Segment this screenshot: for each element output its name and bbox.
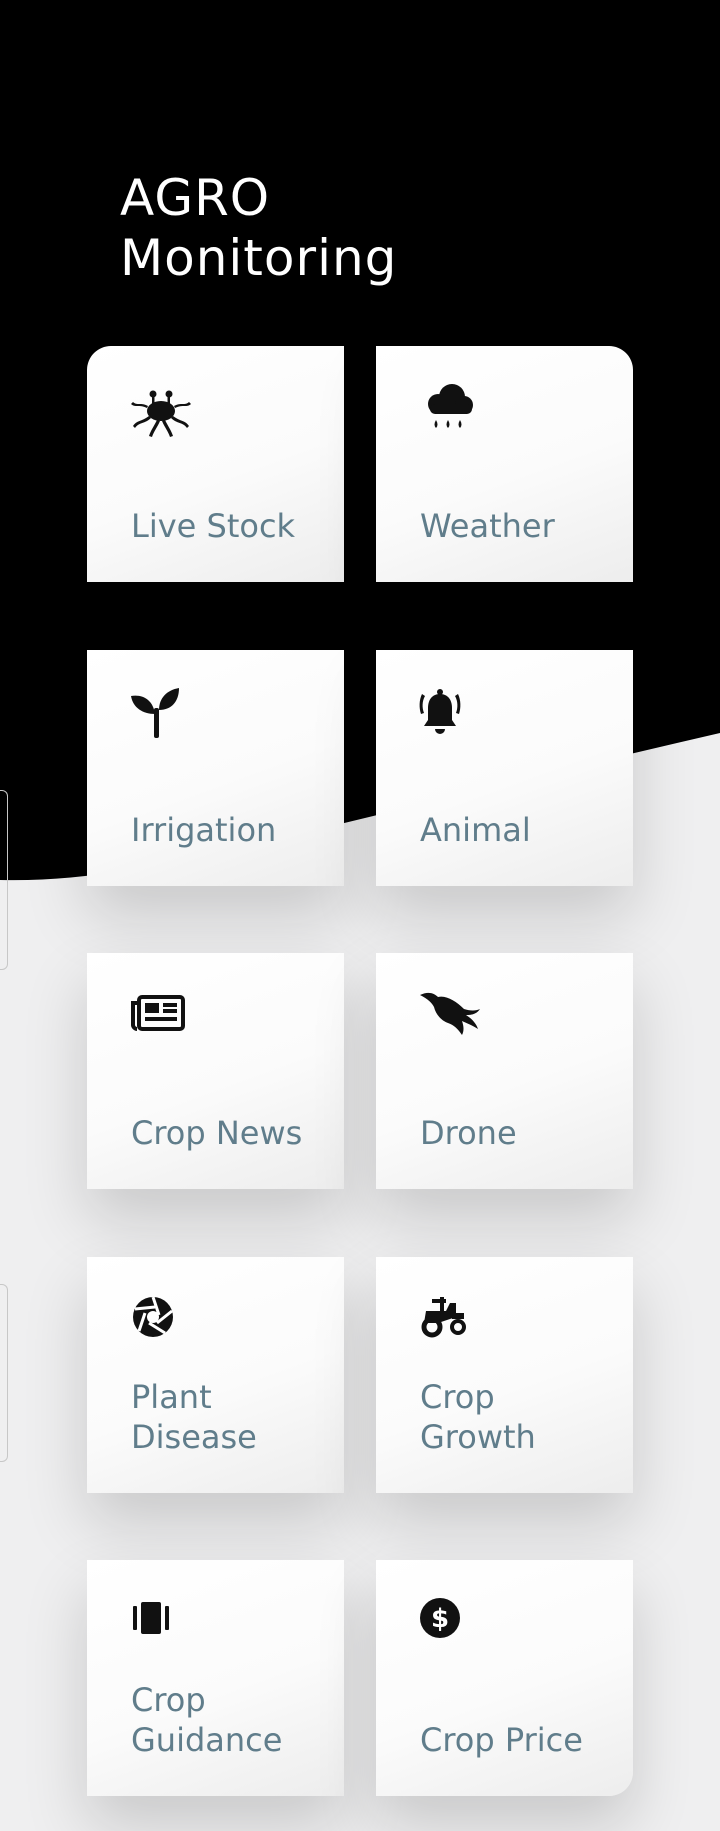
title-line-1: AGRO [120, 169, 271, 227]
seedling-icon [131, 688, 179, 738]
dollar-circle-icon: $ [420, 1598, 460, 1638]
card-label: Plant Disease [131, 1378, 257, 1456]
side-scroll-handle[interactable] [0, 790, 8, 970]
card-crop-price[interactable]: $ Crop Price [376, 1560, 633, 1796]
bell-ringing-icon [419, 689, 461, 734]
card-weather[interactable]: Weather [376, 346, 633, 582]
card-label: Crop Price [420, 1721, 583, 1759]
card-irrigation[interactable]: Irrigation [87, 650, 344, 886]
card-label: Weather [420, 507, 555, 545]
aperture-icon [133, 1296, 173, 1337]
title-line-2: Monitoring [120, 229, 398, 287]
card-label: Irrigation [131, 811, 277, 849]
card-label: Live Stock [131, 507, 296, 545]
phoenix-bird-icon [420, 992, 480, 1035]
tractor-icon [421, 1297, 466, 1338]
card-label: Crop Growth [420, 1378, 536, 1456]
card-crop-guidance[interactable]: Crop Guidance [87, 1560, 344, 1796]
card-label: Animal [420, 811, 531, 849]
app-title: AGRO Monitoring [120, 168, 397, 288]
livestock-icon [131, 390, 191, 437]
svg-text:$: $ [431, 1604, 449, 1634]
card-crop-growth[interactable]: Crop Growth [376, 1257, 633, 1493]
card-crop-news[interactable]: Crop News [87, 953, 344, 1189]
card-label: Crop Guidance [131, 1681, 283, 1759]
card-animal[interactable]: Animal [376, 650, 633, 886]
card-drone[interactable]: Drone [376, 953, 633, 1189]
side-scroll-handle-lower[interactable] [0, 1284, 8, 1462]
card-plant-disease[interactable]: Plant Disease [87, 1257, 344, 1493]
card-label: Drone [420, 1114, 517, 1152]
carousel-icon [133, 1602, 169, 1634]
newspaper-icon [131, 995, 185, 1031]
card-live-stock[interactable]: Live Stock [87, 346, 344, 582]
card-label: Crop News [131, 1114, 303, 1152]
rain-cloud-icon [428, 384, 473, 428]
